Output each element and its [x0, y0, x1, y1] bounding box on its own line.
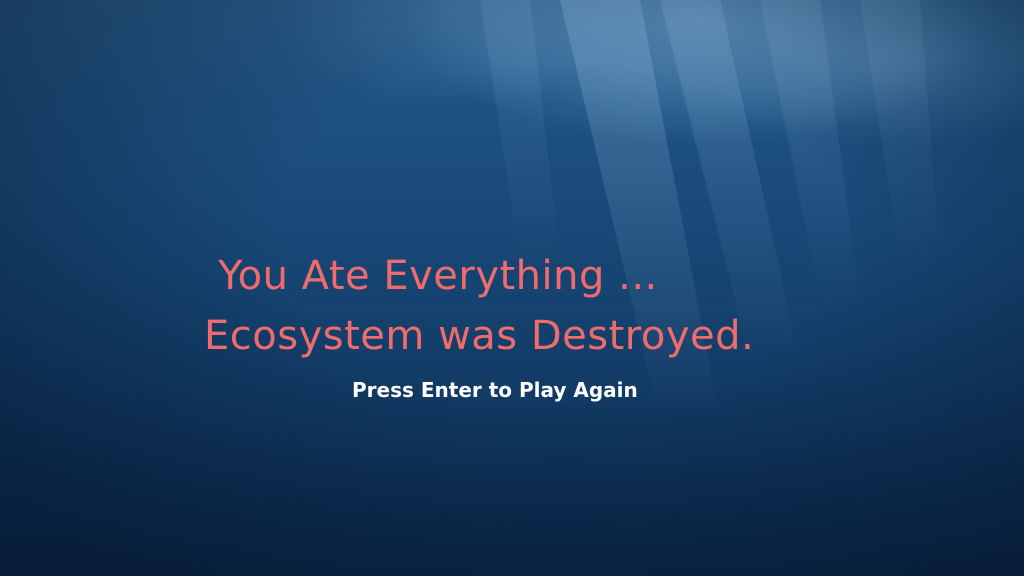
game-over-title-line-2: Ecosystem was Destroyed. — [204, 313, 755, 359]
game-over-title-line-1: You Ate Everything ... — [218, 253, 658, 299]
game-over-screen: You Ate Everything ... Ecosystem was Des… — [0, 0, 1024, 576]
play-again-prompt[interactable]: Press Enter to Play Again — [352, 378, 638, 402]
